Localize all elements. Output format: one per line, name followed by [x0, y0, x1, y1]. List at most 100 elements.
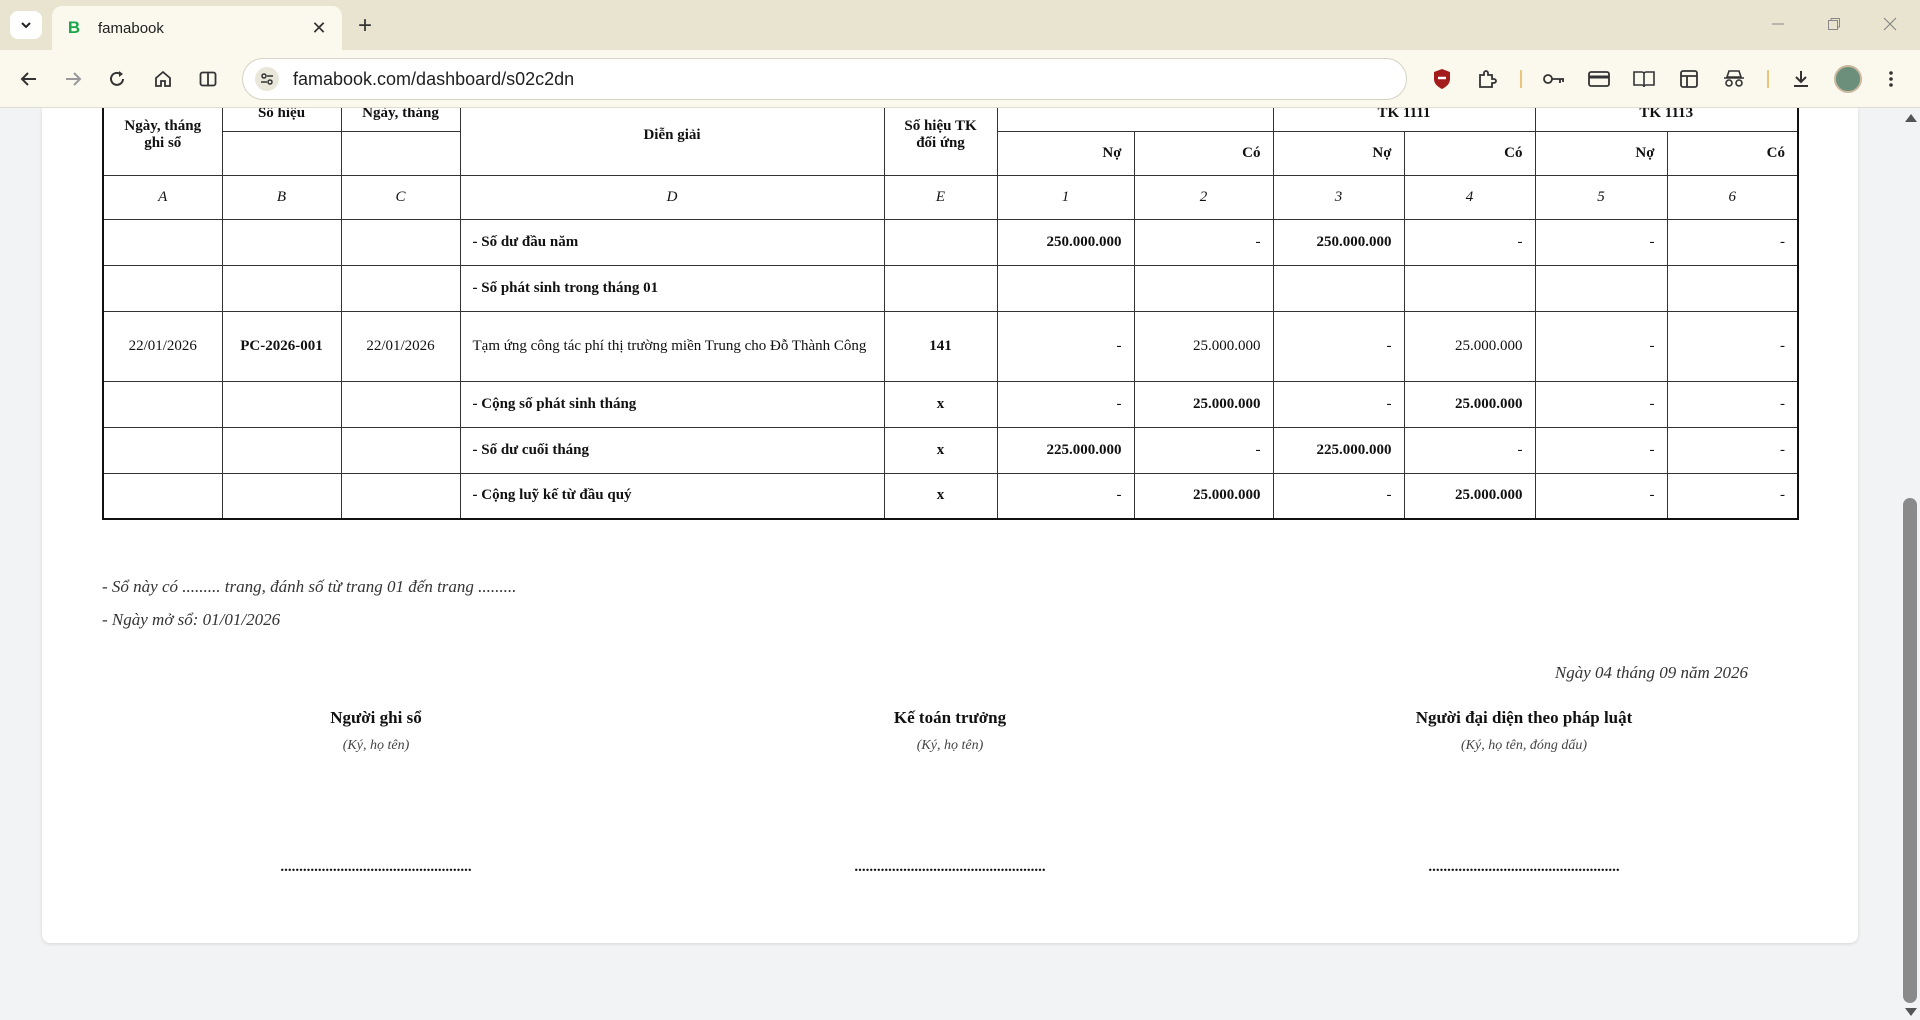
cell-tk1111-debit: - [1272, 380, 1405, 428]
cell-tk1113-debit: - [1534, 426, 1668, 474]
forward-button[interactable] [58, 64, 88, 94]
cell-date [102, 218, 223, 266]
split-view-button[interactable] [193, 64, 223, 94]
book-notes: - Sổ này có ......... trang, đánh số từ … [102, 570, 516, 636]
table-row: 22/01/2026 PC-2026-001 22/01/2026 Tạm ứn… [102, 310, 1799, 382]
cell-tk1111-credit: 25.000.000 [1403, 472, 1536, 520]
close-tab-icon[interactable]: ✕ [308, 17, 330, 39]
cell-counter-account [883, 264, 998, 312]
cell-voucher [221, 264, 342, 312]
cell-voucher-date [340, 380, 461, 428]
reload-button[interactable] [102, 64, 132, 94]
scroll-up-icon[interactable] [1905, 114, 1917, 122]
minimize-icon [1772, 23, 1784, 25]
browser-menu-button[interactable] [1876, 64, 1906, 94]
tab-search-button[interactable] [10, 11, 42, 39]
cell-counter-account: x [883, 380, 998, 428]
cell-voucher [221, 380, 342, 428]
address-bar[interactable]: famabook.com/dashboard/s02c2dn [242, 58, 1407, 100]
shield-extension-button[interactable] [1427, 64, 1457, 94]
cell-voucher-date [340, 264, 461, 312]
debit-header: Nợ [1272, 130, 1405, 176]
cell-credit: 25.000.000 [1133, 310, 1274, 382]
table-row: - Số dư đầu năm 250.000.000 - 250.000.00… [102, 218, 1799, 266]
key-icon [1543, 74, 1564, 84]
toolbar-separator [1767, 70, 1769, 88]
cell-date [102, 426, 223, 474]
cell-credit: 25.000.000 [1133, 472, 1274, 520]
cell-counter-account: 141 [883, 310, 998, 382]
cell-tk1111-debit: 250.000.000 [1272, 218, 1405, 266]
arrow-right-icon [66, 72, 82, 86]
cell-tk1111-credit: 25.000.000 [1403, 310, 1536, 382]
group-header-tk1113: TK 1113 [1534, 108, 1799, 132]
close-window-button[interactable] [1870, 8, 1910, 40]
extensions-button[interactable] [1472, 64, 1502, 94]
column-letter: 6 [1666, 174, 1799, 220]
page-scrollbar[interactable] [1900, 108, 1920, 1020]
cell-credit: - [1133, 426, 1274, 474]
back-button[interactable] [14, 64, 44, 94]
group-header-1 [996, 108, 1274, 132]
cell-description: - Cộng số phát sinh tháng [459, 380, 885, 428]
cell-description: - Số dư cuối tháng [459, 426, 885, 474]
cell-tk1113-debit: - [1534, 380, 1668, 428]
column-letter: 5 [1534, 174, 1668, 220]
cell-tk1113-debit: - [1534, 472, 1668, 520]
cell-tk1113-debit: - [1534, 218, 1668, 266]
cell-tk1113-credit: - [1666, 380, 1799, 428]
signature-hint: (Ký, họ tên, đóng dấu) [1461, 738, 1587, 753]
report-card: Ngày, tháng ghi sổ Số hiệu Ngày, tháng D… [42, 108, 1858, 943]
column-letter-row: A B C D E 1 2 3 4 5 6 [102, 174, 1799, 220]
site-info-icon[interactable] [255, 67, 279, 91]
incognito-button[interactable] [1719, 64, 1749, 94]
downloads-button[interactable] [1786, 64, 1816, 94]
column-letter: B [221, 174, 342, 220]
shield-icon [1434, 69, 1450, 89]
book-icon [1633, 71, 1655, 88]
tab-strip: B famabook ✕ + [0, 0, 1920, 50]
url-text[interactable]: famabook.com/dashboard/s02c2dn [293, 69, 574, 90]
split-view-icon [199, 71, 217, 87]
signature-hint: (Ký, họ tên) [342, 738, 410, 753]
cell-voucher [221, 218, 342, 266]
tab-groups-button[interactable] [1674, 64, 1704, 94]
signature-hint: (Ký, họ tên) [916, 738, 984, 753]
scroll-thumb[interactable] [1903, 498, 1917, 1003]
scroll-down-icon[interactable] [1905, 1008, 1917, 1016]
cell-tk1113-debit: - [1534, 310, 1668, 382]
cell-date [102, 472, 223, 520]
reading-mode-button[interactable] [1629, 64, 1659, 94]
cell-tk1111-debit [1272, 264, 1405, 312]
credit-header: Có [1133, 130, 1274, 176]
signature-title: Kế toán trưởng [893, 708, 1007, 727]
arrow-left-icon [20, 72, 36, 86]
cell-credit: - [1133, 218, 1274, 266]
cell-voucher: PC-2026-001 [221, 310, 342, 382]
opening-date-note: - Ngày mở sổ: 01/01/2026 [102, 610, 281, 629]
col-header-e: Số hiệu TK đối ứng [883, 108, 998, 176]
browser-toolbar: famabook.com/dashboard/s02c2dn [0, 50, 1920, 108]
passwords-button[interactable] [1539, 64, 1569, 94]
browser-tab[interactable]: B famabook ✕ [52, 6, 342, 50]
col-header-b-sub [221, 130, 342, 176]
more-vertical-icon [1889, 71, 1893, 87]
signature-chief-accountant: Kế toán trưởng (Ký, họ tên) ............… [770, 708, 1130, 876]
cell-tk1113-credit: - [1666, 426, 1799, 474]
column-letter: 2 [1133, 174, 1274, 220]
toolbar-separator [1520, 70, 1522, 88]
home-button[interactable] [148, 64, 178, 94]
cell-voucher [221, 426, 342, 474]
minimize-button[interactable] [1758, 8, 1798, 40]
restore-button[interactable] [1814, 8, 1854, 40]
payment-methods-button[interactable] [1584, 64, 1614, 94]
cell-debit: - [996, 380, 1135, 428]
profile-avatar[interactable] [1834, 65, 1862, 93]
cell-voucher-date [340, 218, 461, 266]
new-tab-button[interactable]: + [352, 12, 378, 39]
famabook-favicon-icon: B [67, 18, 81, 37]
column-letter: 3 [1272, 174, 1405, 220]
cell-credit: 25.000.000 [1133, 380, 1274, 428]
layout-icon [1680, 70, 1698, 88]
signature-bookkeeper: Người ghi sổ (Ký, họ tên) ..............… [196, 708, 556, 876]
